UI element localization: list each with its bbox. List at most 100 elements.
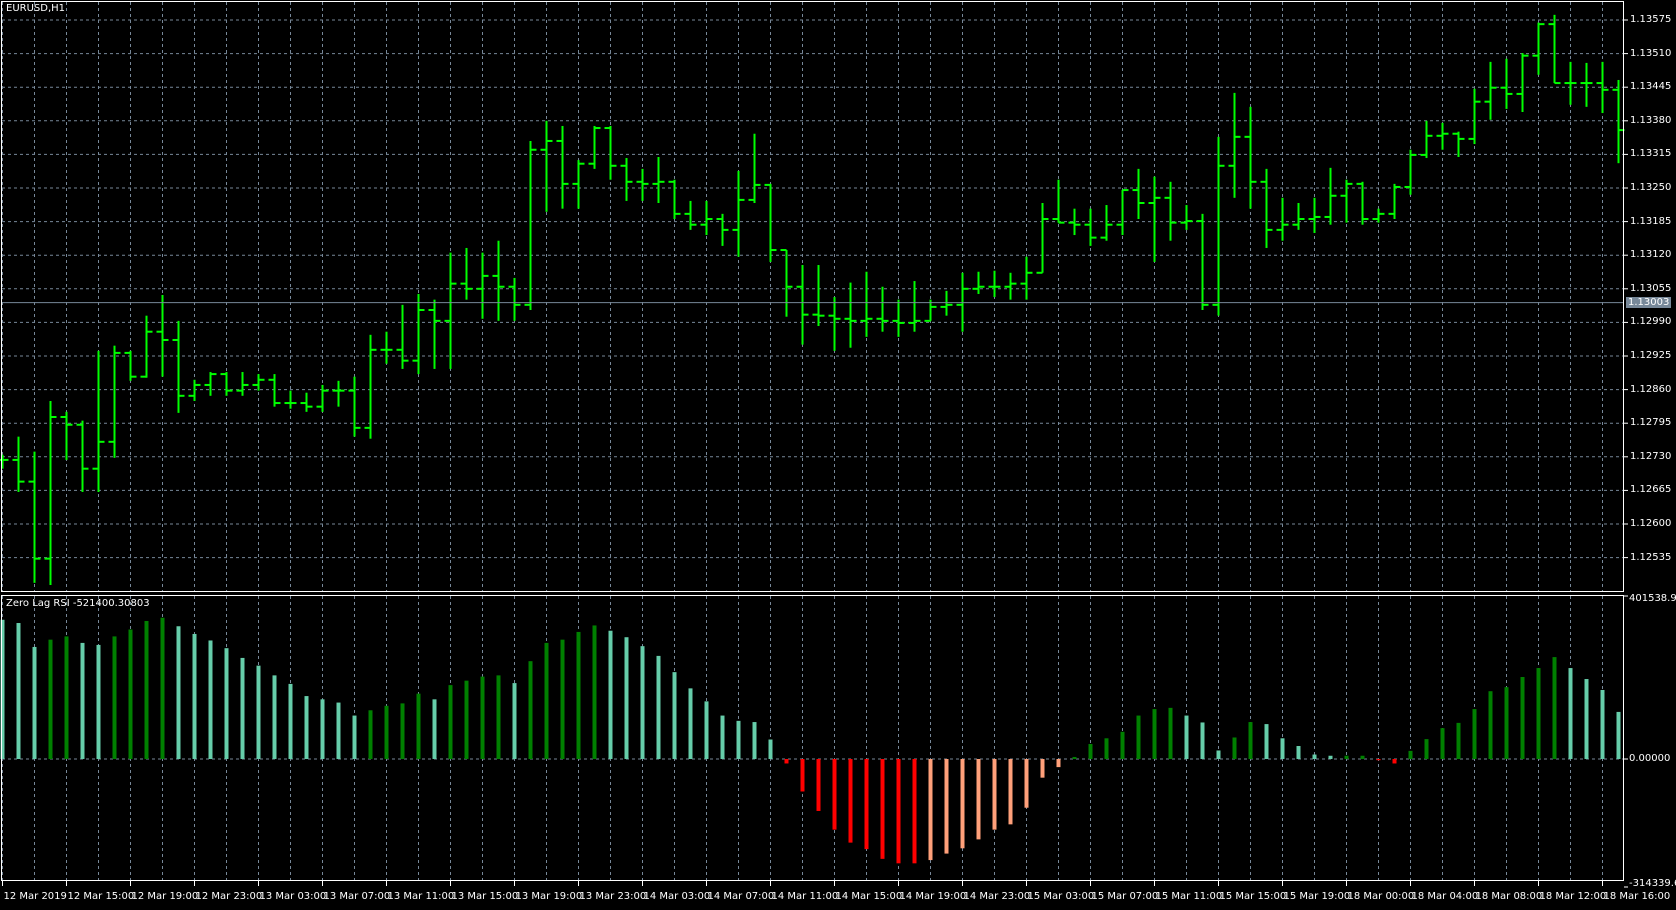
price-bar [1084,208,1097,246]
time-axis-label: 15 Mar 03:00 [1027,891,1095,902]
histogram-bar [848,759,853,843]
histogram-bar [1424,739,1429,759]
histogram-bar [16,623,21,759]
price-bar [508,277,521,321]
histogram-bar [832,759,837,830]
price-bar [1612,79,1625,164]
price-bar [1260,168,1273,248]
zero-lag-rsi-histogram [0,617,1621,864]
histogram-bar [1616,711,1621,759]
price-axis-label: 1.13380 [1630,114,1672,126]
histogram-bar [704,701,709,759]
time-axis-label: 15 Mar 19:00 [1283,891,1351,902]
price-bar [60,411,73,460]
histogram-bar [80,642,85,759]
histogram-bar [640,646,645,759]
histogram-bar [1584,679,1589,759]
price-bar [684,200,697,230]
price-bar [1500,58,1513,109]
grid [2,2,1623,880]
time-axis-label: 13 Mar 03:00 [259,891,327,902]
histogram-bar [96,644,101,759]
price-bar [1340,179,1353,223]
price-bar [1020,256,1033,300]
histogram-bar [976,759,981,840]
price-bar [380,331,393,364]
price-bar [460,247,473,300]
price-bar [1052,179,1065,224]
price-axis-label: 1.12795 [1630,417,1672,429]
price-bar [268,374,281,407]
time-axis-label: 12 Mar 23:00 [195,891,263,902]
histogram-bar [752,722,757,759]
price-bar [828,297,841,351]
histogram-bar [512,683,517,759]
price-bar [1036,202,1049,274]
price-bar [1452,131,1465,157]
price-bar [1580,62,1593,107]
price-bar [988,270,1001,298]
price-bar [1436,122,1449,150]
price-bar [1196,213,1209,310]
price-bar [1132,168,1145,220]
price-bar [300,392,313,412]
price-bar [92,350,105,492]
histogram-bar [1408,750,1413,759]
histogram-bar [240,657,245,759]
time-axis-label: 18 Mar 08:00 [1475,891,1543,902]
histogram-bar [64,636,69,759]
price-axis-label: 1.13510 [1630,47,1672,59]
histogram-bar [192,633,197,759]
time-axis-label: 18 Mar 12:00 [1539,891,1607,902]
price-bar [1148,176,1161,262]
histogram-bar [304,696,309,759]
histogram-bar [1536,668,1541,759]
price-bar [1532,22,1545,75]
price-axis-label: 1.12730 [1630,450,1672,462]
histogram-bar [128,629,133,759]
price-bar [1564,61,1577,105]
chart-canvas[interactable] [0,0,1676,910]
histogram-bar [672,672,677,759]
price-bar [556,125,569,209]
histogram-bar [1360,755,1365,759]
price-bar [844,282,857,348]
indicator-axis-min: -314339.650 [1629,878,1676,889]
histogram-bar [1488,691,1493,759]
histogram-bar [1600,689,1605,759]
price-bar [396,304,409,369]
indicator-title: Zero Lag RSI -521400.30803 [6,598,150,609]
time-axis-label: 12 Mar 15:00 [67,891,135,902]
price-bar [1164,181,1177,241]
price-bar [1244,106,1257,209]
price-bars [0,14,1625,585]
price-bar [1420,120,1433,159]
histogram-bar [432,699,437,759]
indicator-pane-frame [1,595,1624,881]
price-axis-label: 1.13250 [1630,182,1672,193]
price-bar [188,379,201,401]
histogram-bar [1568,668,1573,759]
time-axis-label: 14 Mar 19:00 [899,891,967,902]
price-bar [316,384,329,412]
price-bar [940,290,953,316]
price-bar [1004,272,1017,300]
price-bar [1388,183,1401,220]
price-axis-label: 1.13185 [1630,215,1672,227]
histogram-bar [1120,731,1125,759]
price-bar [588,125,601,169]
histogram-bar [528,661,533,759]
histogram-bar [448,685,453,759]
price-bar [348,376,361,437]
price-bar [732,170,745,257]
price-bar [492,240,505,321]
time-axis-label: 18 Mar 16:00 [1603,891,1671,902]
price-bar [124,350,137,381]
histogram-bar [112,636,117,759]
price-bar [140,315,153,378]
histogram-bar [768,739,773,759]
price-bar [156,295,169,377]
histogram-bar [1200,722,1205,759]
price-bar [812,265,825,327]
price-bar [764,183,777,262]
